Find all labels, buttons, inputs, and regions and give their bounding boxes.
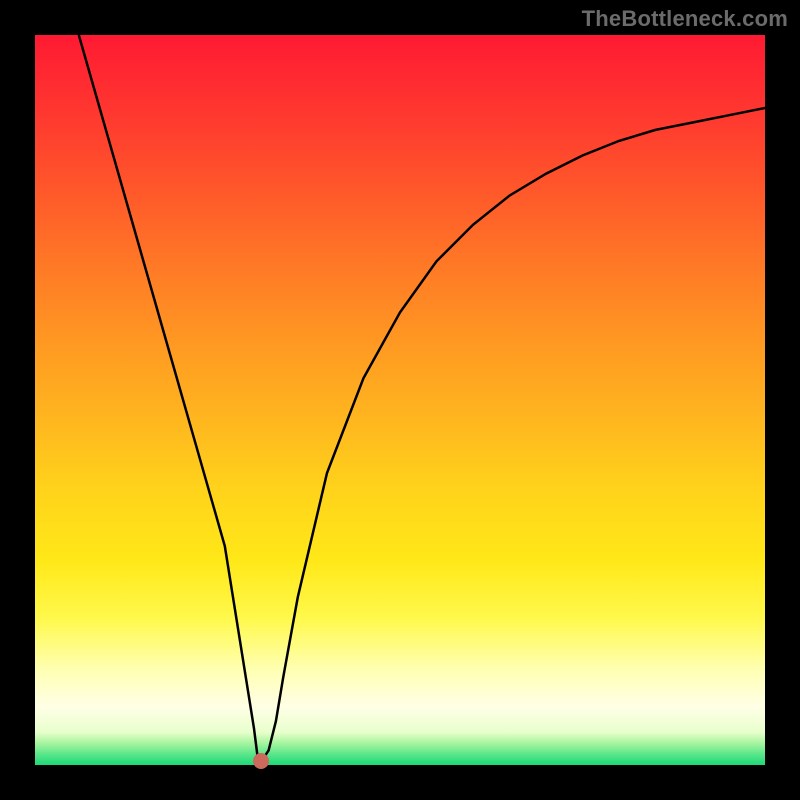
source-link[interactable]: TheBottleneck.com [582,6,788,32]
plot-area [35,35,765,765]
chart-frame: TheBottleneck.com [0,0,800,800]
optimal-marker [253,753,269,769]
curve-path [79,35,765,761]
bottleneck-curve [35,35,765,765]
